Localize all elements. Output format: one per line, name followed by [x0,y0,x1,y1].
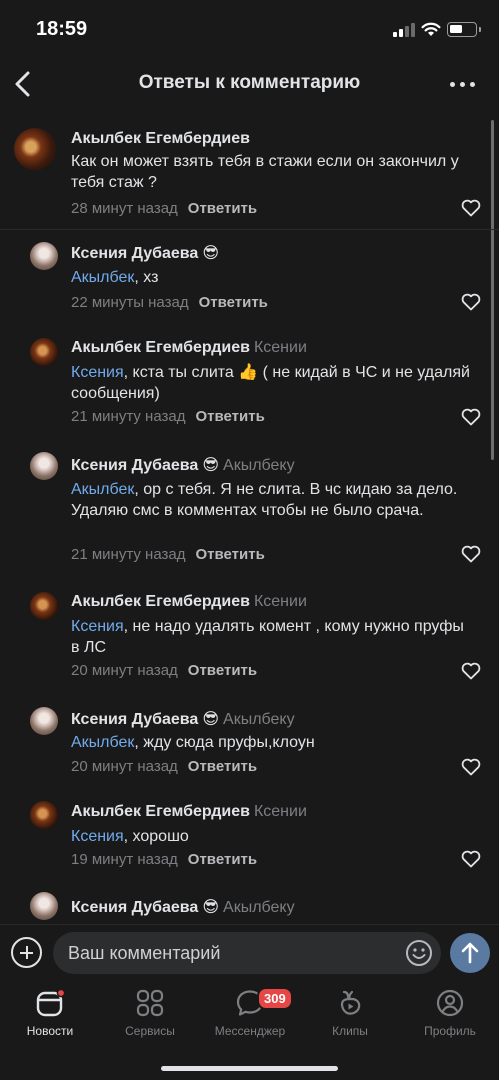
comment-text: , кста ты слита 👍 ( не кидай в ЧС и не у… [71,364,470,402]
mention-link[interactable]: Ксения [71,618,124,635]
comment-time: 28 минут назад [71,200,178,217]
reply-comment: Акылбек Егембердиев Ксении Ксения, хорошо… [0,790,499,884]
arrow-up-icon [461,942,479,964]
mention-link[interactable]: Акылбек [71,734,134,751]
root-comment: Акылбек Егембердиев Как он может взять т… [0,112,499,230]
verified-emoji: 😎 [202,457,220,474]
mention-link[interactable]: Ксения [71,828,124,845]
reply-to-name[interactable]: Ксении [254,803,307,820]
comment-text: , хз [134,269,159,286]
avatar[interactable] [30,707,58,735]
reply-comment: Ксения Дубаева 😎 Акылбеку [0,884,499,922]
status-bar: 18:59 [0,0,499,56]
avatar[interactable] [30,592,58,620]
tab-news[interactable]: Новости [5,988,95,1046]
tab-label: Профиль [424,1024,476,1038]
avatar[interactable] [30,242,58,270]
comment-time: 21 минуту назад [71,546,186,563]
header: Ответы к комментарию [0,56,499,112]
home-indicator[interactable] [161,1066,338,1071]
reply-button[interactable]: Ответить [188,851,257,868]
news-icon [36,988,65,1017]
like-heart-icon[interactable] [461,545,481,563]
comment-time: 21 минуту назад [71,408,186,425]
avatar[interactable] [30,452,58,480]
avatar[interactable] [30,892,58,920]
reply-comment: Ксения Дубаева 😎 Акылбеку Акылбек, ор с те… [0,442,499,580]
reply-to-name[interactable]: Ксении [254,593,307,610]
reply-comment: Ксения Дубаева 😎 Акылбеку Акылбек, жду сюд… [0,696,499,790]
avatar[interactable] [30,338,58,366]
comment-input-bar [0,924,499,982]
reply-comment: Акылбек Егембердиев Ксении Ксения, кста т… [0,326,499,442]
cellular-signal-icon [393,23,415,37]
emoji-smile-icon[interactable] [405,939,433,967]
reply-to-name[interactable]: Ксении [254,339,307,356]
reply-button[interactable]: Ответить [188,758,257,775]
comment-author[interactable]: Ксения Дубаева [71,245,198,262]
comment-thread: Акылбек Егембердиев Как он может взять т… [0,112,499,922]
comment-time: 20 минут назад [71,662,178,679]
send-button[interactable] [450,933,490,973]
tab-clips[interactable]: Клипы [305,988,395,1046]
battery-icon [447,22,481,37]
comment-author[interactable]: Ксения Дубаева [71,457,198,474]
mention-link[interactable]: Акылбек [71,481,134,498]
unread-badge: 309 [257,987,293,1010]
comment-text: , не надо удалять комент , кому нужно пр… [71,618,464,656]
reply-button[interactable]: Ответить [195,408,264,425]
reply-button[interactable]: Ответить [188,200,257,217]
like-heart-icon[interactable] [461,408,481,426]
verified-emoji: 😎 [202,711,220,728]
mention-link[interactable]: Акылбек [71,269,134,286]
wifi-icon [421,22,441,36]
comment-text: , хорошо [123,828,189,845]
verified-emoji: 😎 [202,245,220,262]
profile-icon [436,989,464,1017]
reply-comment: Акылбек Егембердиев Ксении Ксения, не над… [0,580,499,696]
comment-author[interactable]: Акылбек Егембердиев [71,593,250,610]
like-heart-icon[interactable] [461,662,481,680]
comment-time: 19 минут назад [71,851,178,868]
comment-text: , жду сюда пруфы,клоун [134,734,315,751]
like-heart-icon[interactable] [461,758,481,776]
comment-input[interactable] [53,932,441,974]
status-time: 18:59 [36,18,88,40]
tab-label: Новости [26,1024,74,1038]
comment-text: Как он может взять тебя в стажи если он … [71,153,459,191]
like-heart-icon[interactable] [461,850,481,868]
tab-label: Мессенджер [214,1024,286,1038]
reply-button[interactable]: Ответить [188,662,257,679]
comment-author[interactable]: Акылбек Егембердиев [71,339,250,356]
reply-to-name[interactable]: Акылбеку [223,457,295,474]
avatar[interactable] [30,801,58,829]
services-icon [136,989,164,1017]
comment-author[interactable]: Акылбек Егембердиев [71,130,250,147]
attach-plus-icon[interactable] [11,937,42,968]
page-title: Ответы к комментарию [138,72,361,93]
comment-time: 20 минут назад [71,758,178,775]
verified-emoji: 😎 [202,899,220,916]
comment-author[interactable]: Ксения Дубаева [71,899,198,916]
reply-to-name[interactable]: Акылбеку [223,711,295,728]
clips-icon [340,990,361,1015]
comment-author[interactable]: Акылбек Егембердиев [71,803,250,820]
tab-label: Клипы [332,1024,368,1038]
comment-author[interactable]: Ксения Дубаева [71,711,198,728]
more-options-icon[interactable] [447,74,479,94]
reply-to-name[interactable]: Акылбеку [223,899,295,916]
comment-time: 22 минуты назад [71,294,189,311]
mention-link[interactable]: Ксения [71,364,124,381]
reply-button[interactable]: Ответить [195,546,264,563]
like-heart-icon[interactable] [461,293,481,311]
reply-button[interactable]: Ответить [199,294,268,311]
tab-services[interactable]: Сервисы [105,988,195,1046]
tab-messenger[interactable]: 309 Мессенджер [205,987,295,1046]
reply-comment: Ксения Дубаева 😎 Акылбек, хз 22 минуты на… [0,230,499,326]
tab-label: Сервисы [125,1024,175,1038]
avatar[interactable] [14,128,56,170]
tab-profile[interactable]: Профиль [405,988,495,1046]
like-heart-icon[interactable] [461,199,481,217]
